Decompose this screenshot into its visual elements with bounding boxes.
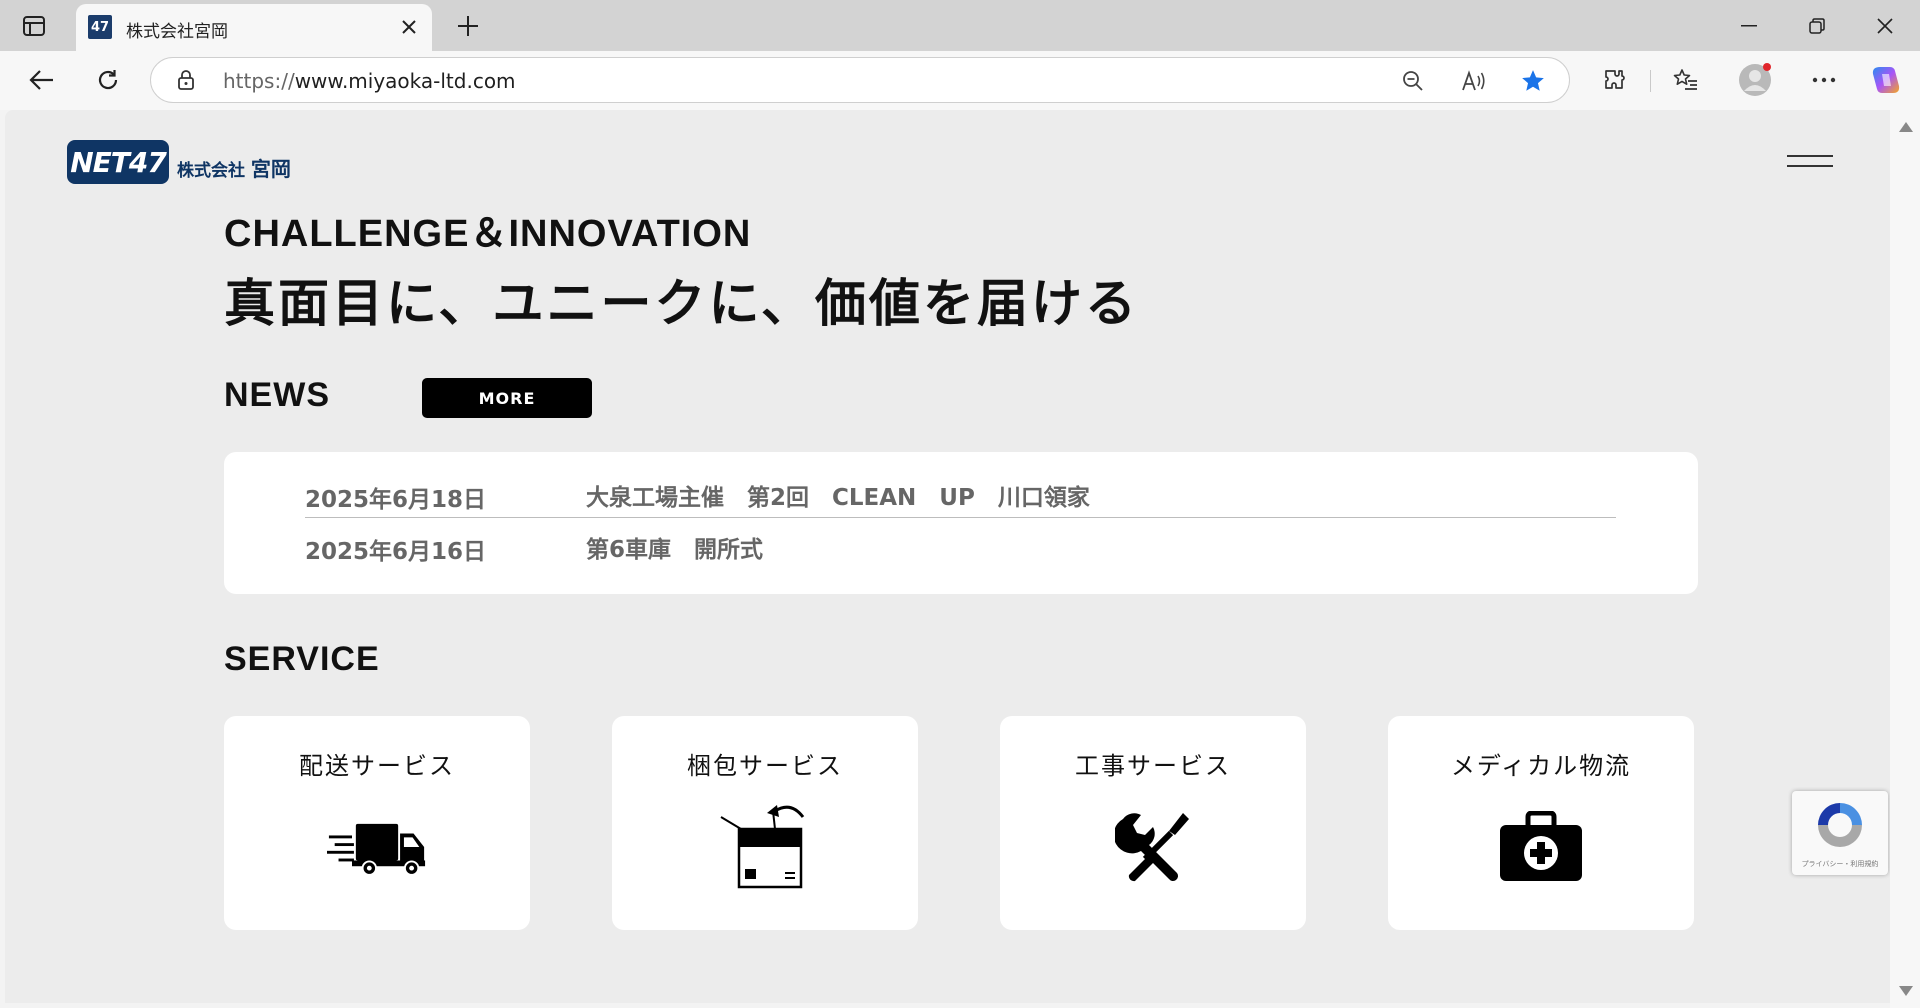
recaptcha-badge[interactable]: プライバシー・利用規約 [1792,791,1888,875]
more-options-icon[interactable] [1806,62,1842,98]
news-date: 2025年6月16日 [305,539,487,565]
tagline-japanese: 真面目に、ユニークに、価値を届ける [224,275,1139,334]
service-card-label: 工事サービス [1075,752,1231,780]
news-item[interactable]: 2025年6月16日 第6車庫 開所式 [305,520,1616,570]
packing-box-icon [715,802,815,892]
tab-title: 株式会社宮岡 [126,22,228,42]
scroll-down-arrow-icon[interactable] [1899,986,1913,996]
logo-company-name: 株式会社 宮岡 [177,157,291,181]
close-window-icon[interactable] [1850,0,1920,51]
url-text[interactable]: https://www.miyaoka-ltd.com [223,69,516,93]
extensions-icon[interactable] [1596,62,1632,98]
browser-tab-bar: 47 株式会社宮岡 [0,0,1920,51]
back-arrow-icon[interactable] [24,62,60,98]
favorite-star-icon[interactable] [1518,66,1548,96]
news-item[interactable]: 2025年6月18日 大泉工場主催 第2回 CLEAN UP 川口領家 [305,468,1616,518]
toolbar-separator [1650,70,1651,92]
tools-icon [1103,802,1203,892]
site-logo[interactable]: NET47 株式会社 宮岡 [67,140,291,184]
favorites-list-icon[interactable] [1668,62,1704,98]
page-viewport: NET47 株式会社 宮岡 CHALLENGE＆INNOVATION 真面目に、… [5,110,1890,1003]
refresh-icon[interactable] [90,62,126,98]
hamburger-menu-icon[interactable] [1787,152,1833,168]
service-card-construction[interactable]: 工事サービス [1000,716,1306,930]
service-card-label: メディカル物流 [1450,752,1632,780]
news-heading: NEWS [224,376,330,414]
service-card-delivery[interactable]: 配送サービス [224,716,530,930]
restore-icon[interactable] [1782,0,1852,51]
medical-kit-icon [1491,802,1591,892]
news-date: 2025年6月18日 [305,487,487,513]
news-title[interactable]: 大泉工場主催 第2回 CLEAN UP 川口領家 [586,478,1090,512]
service-card-packing[interactable]: 梱包サービス [612,716,918,930]
logo-mark: NET47 [67,140,169,184]
browser-toolbar: https://www.miyaoka-ltd.com [0,51,1920,110]
service-heading: SERVICE [224,640,380,678]
service-card-label: 配送サービス [299,752,455,780]
recaptcha-icon [1814,799,1866,855]
service-card-label: 梱包サービス [687,752,843,780]
site-favicon: 47 [88,15,112,39]
scroll-up-arrow-icon[interactable] [1899,122,1913,132]
lock-icon[interactable] [177,69,195,95]
close-tab-icon[interactable] [398,16,420,38]
active-tab[interactable]: 47 株式会社宮岡 [76,4,432,51]
minimize-icon[interactable] [1714,0,1784,51]
news-title[interactable]: 第6車庫 開所式 [586,530,763,564]
tagline-english: CHALLENGE＆INNOVATION [224,213,752,255]
read-aloud-icon[interactable] [1459,66,1489,96]
tab-actions-icon[interactable] [20,12,48,40]
delivery-truck-icon [327,802,427,892]
page-scrollbar[interactable] [1890,110,1920,1008]
zoom-out-icon[interactable] [1398,66,1428,96]
new-tab-icon[interactable] [452,10,484,42]
news-list: 2025年6月18日 大泉工場主催 第2回 CLEAN UP 川口領家 2025… [224,452,1698,594]
copilot-icon[interactable] [1868,62,1904,98]
profile-avatar-icon[interactable] [1737,62,1773,98]
recaptcha-terms[interactable]: プライバシー・利用規約 [1792,859,1888,869]
address-bar[interactable]: https://www.miyaoka-ltd.com [150,57,1570,103]
service-card-medical[interactable]: メディカル物流 [1388,716,1694,930]
news-more-button[interactable]: MORE [422,378,592,418]
